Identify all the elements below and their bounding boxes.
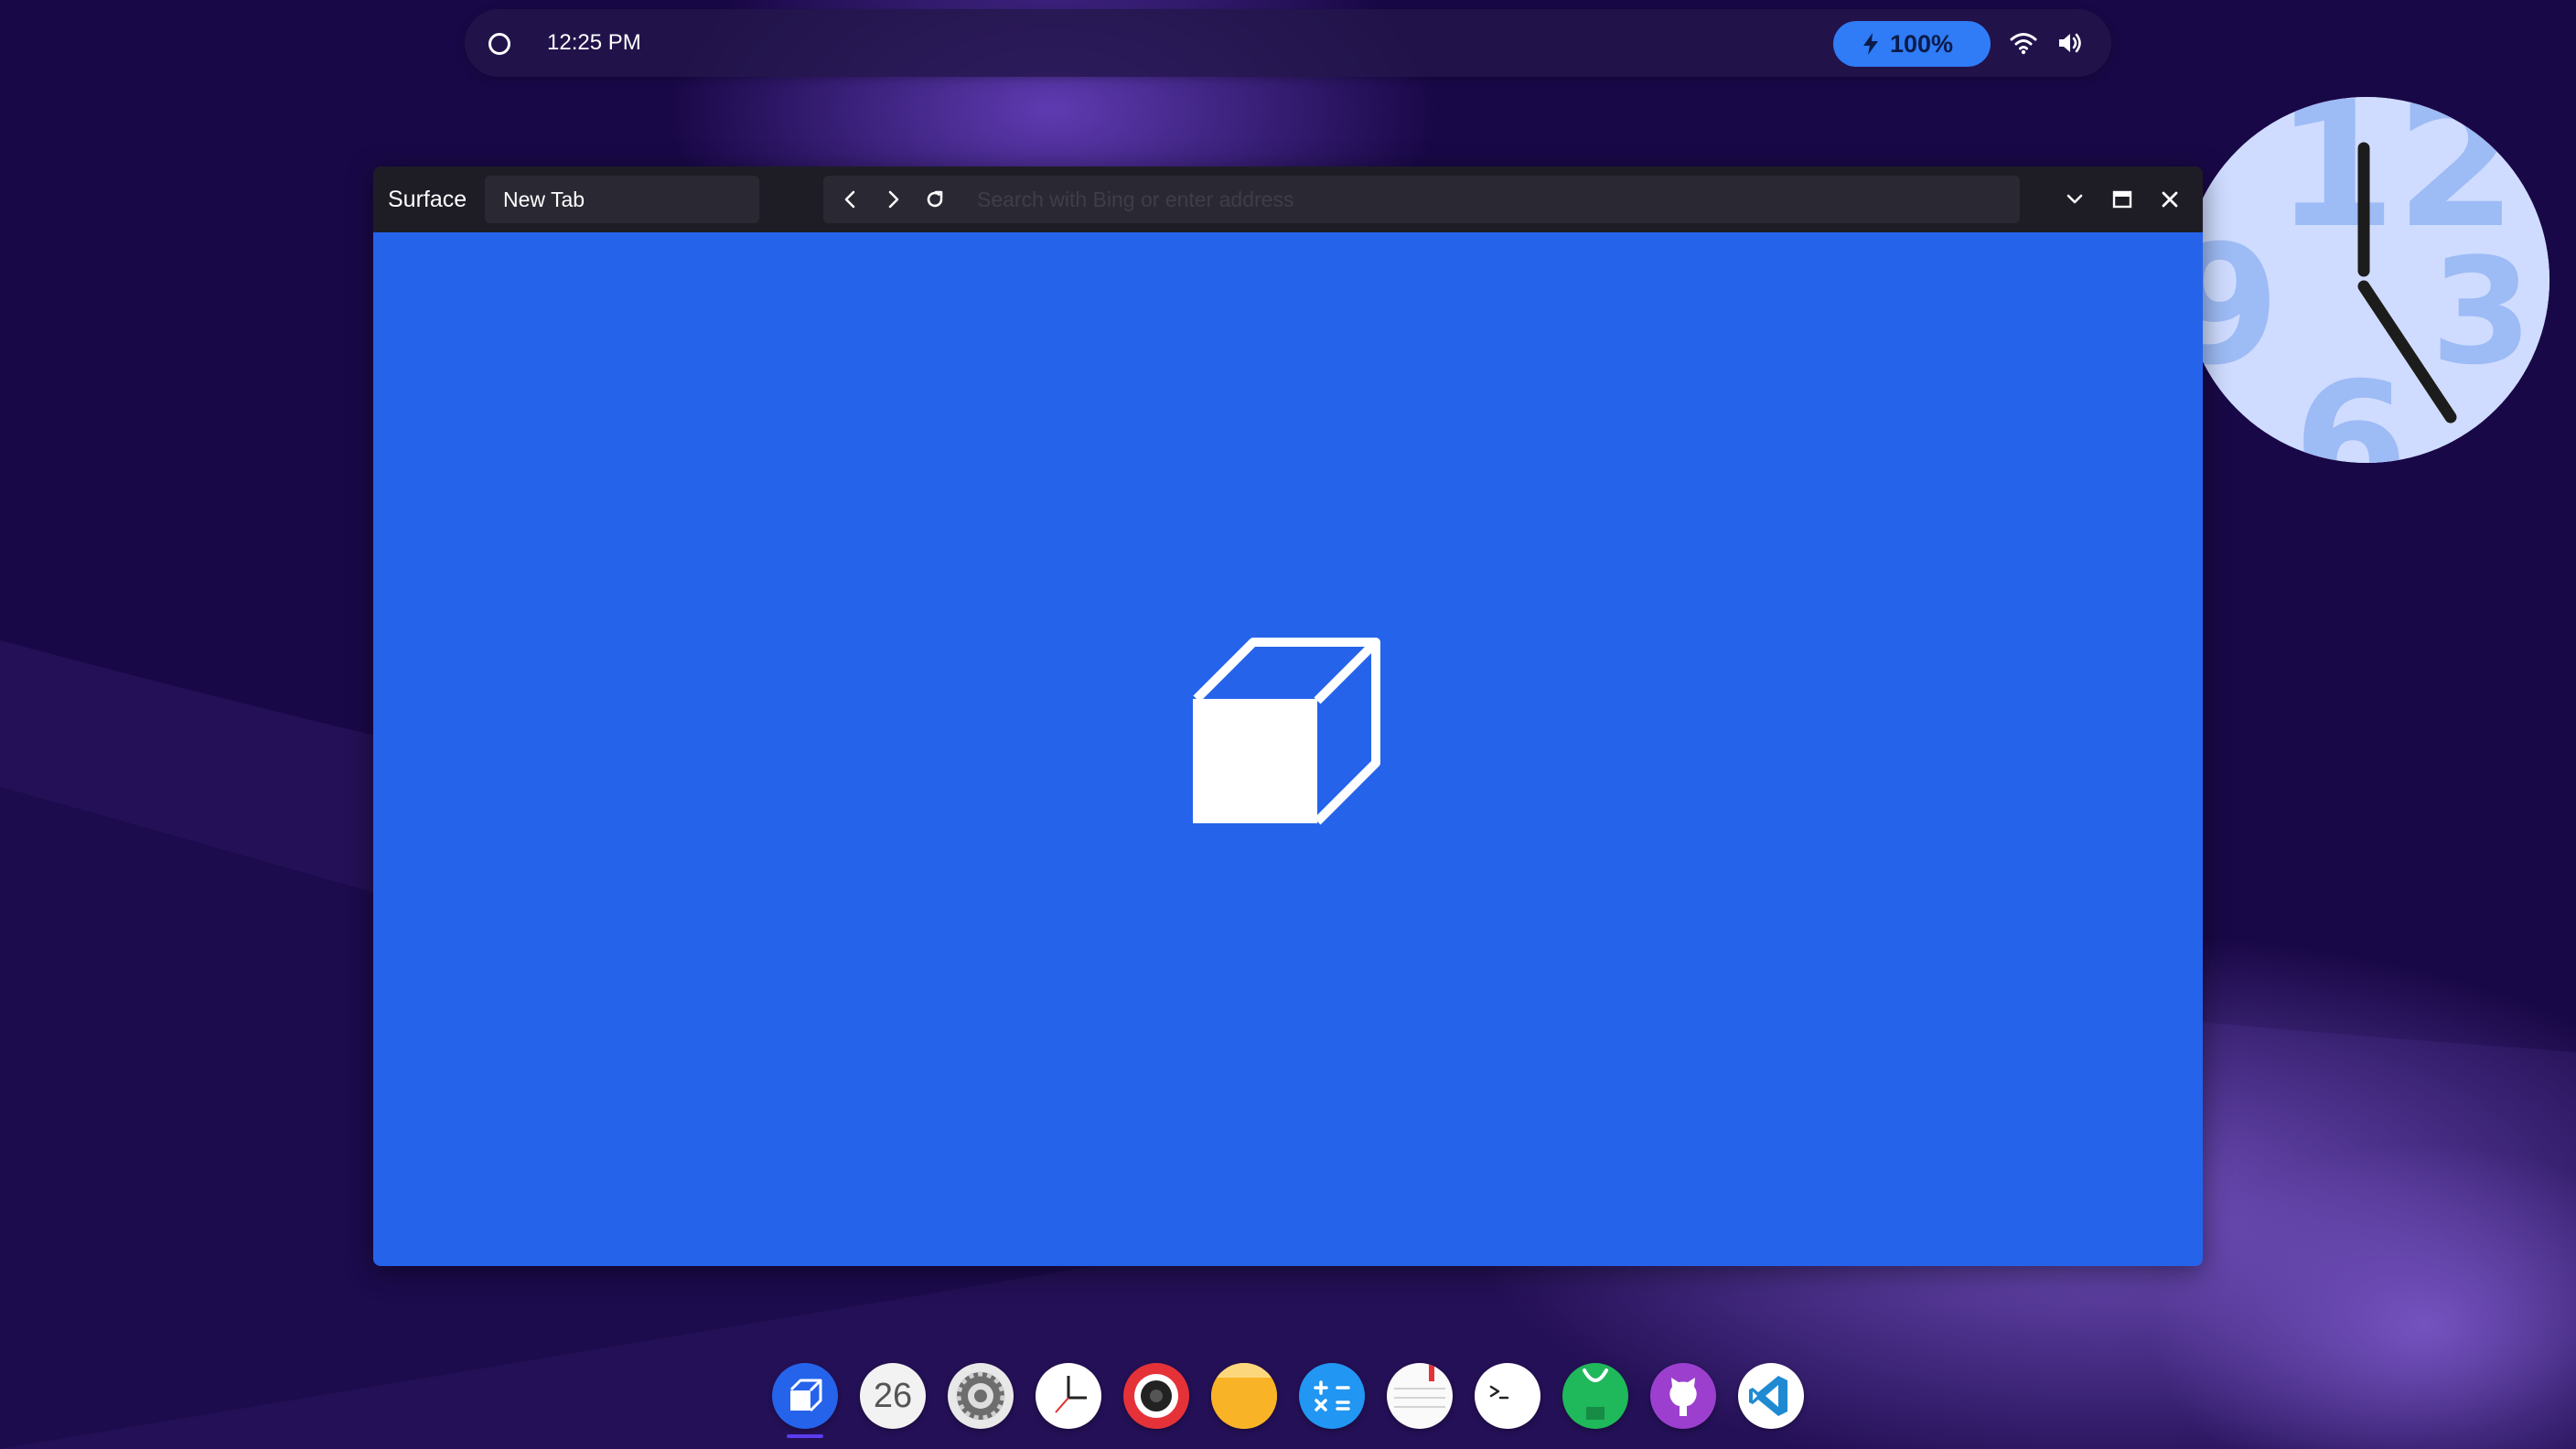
browser-window: Surface New Tab [373,166,2203,1266]
dock-calendar[interactable]: 26 [860,1363,926,1429]
github-icon [1669,1378,1697,1416]
dock-notes[interactable] [1387,1363,1453,1429]
maximize-icon[interactable] [2109,187,2135,212]
charging-bolt-icon [1863,33,1878,55]
browser-content[interactable] [373,232,2203,1266]
gear-icon [956,1371,1005,1421]
dock-calculator[interactable] [1299,1363,1365,1429]
dock-surface-browser[interactable] [772,1363,838,1429]
camera-icon [1134,1374,1178,1418]
status-time[interactable]: 12:25 PM [547,9,641,77]
tab-new-tab[interactable]: New Tab [485,176,759,223]
chevron-down-icon[interactable] [2062,187,2088,212]
dock-camera[interactable] [1123,1363,1189,1429]
cube-icon [789,1379,822,1412]
dock-github[interactable] [1650,1363,1716,1429]
reload-icon[interactable] [922,187,948,212]
volume-icon[interactable] [2056,29,2084,57]
address-bar [823,176,2020,223]
cube-logo-icon [1193,638,1380,825]
dock-files[interactable] [1211,1363,1277,1429]
back-icon[interactable] [838,187,864,212]
launcher-icon[interactable] [488,33,510,55]
dock-store[interactable] [1562,1363,1628,1429]
clock-numeral-3: 3 [2431,226,2532,397]
close-icon[interactable] [2157,187,2183,212]
forward-icon[interactable] [880,187,906,212]
clock-face: 12 3 6 9 [2184,97,2549,463]
folder-icon [1211,1363,1277,1429]
app-name: Surface [388,187,467,212]
active-app-indicator [787,1434,823,1438]
clock-widget[interactable]: 12 3 6 9 [2184,97,2549,463]
battery-percent: 100% [1890,30,1954,58]
terminal-icon [1489,1385,1509,1400]
tab-label: New Tab [503,188,585,211]
clock-icon [1055,1376,1087,1413]
wifi-icon[interactable] [2009,29,2038,57]
top-status-bar: 12:25 PM 100% [465,9,2111,77]
address-input[interactable] [977,181,1992,218]
dock-clock[interactable] [1036,1363,1101,1429]
notes-icon [1394,1363,1445,1408]
store-bag-icon [1583,1368,1608,1420]
dock-terminal[interactable] [1475,1363,1540,1429]
calculator-icon [1314,1380,1350,1411]
clock-numeral-6: 6 [2293,348,2408,463]
battery-indicator[interactable]: 100% [1833,21,1991,67]
window-titlebar[interactable]: Surface New Tab [373,166,2203,232]
dock-vscode[interactable] [1738,1363,1804,1429]
calendar-date: 26 [873,1377,913,1415]
vscode-icon [1749,1376,1787,1416]
dock-settings[interactable] [948,1363,1014,1429]
